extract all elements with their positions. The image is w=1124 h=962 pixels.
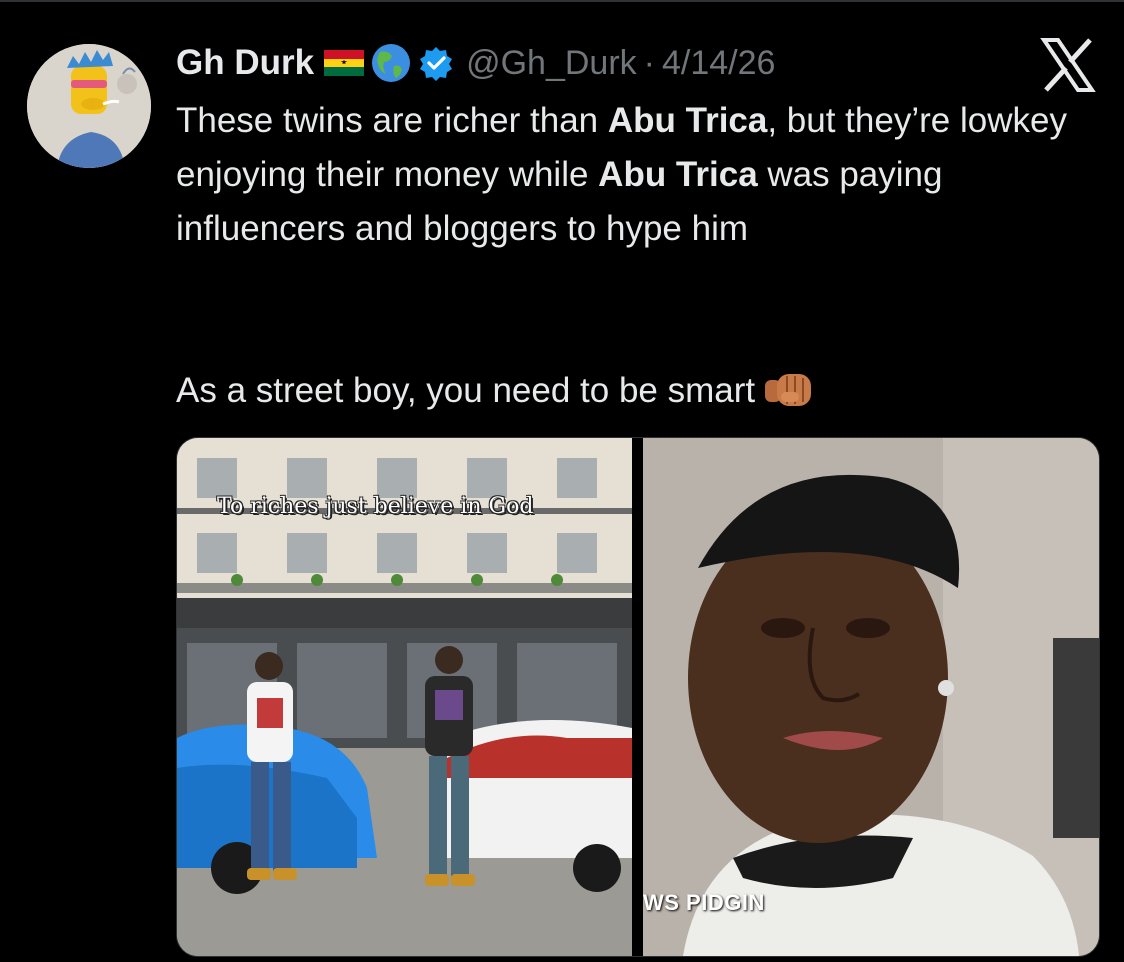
tweet-paragraph-1: These twins are richer than Abu Trica, b… xyxy=(176,94,1091,256)
twins-photo[interactable]: To riches just believe in God xyxy=(177,438,632,956)
globe-americas-icon xyxy=(370,42,412,84)
tweet-date[interactable]: 4/14/26 xyxy=(662,44,775,83)
tweet-text-bold: Abu Trica xyxy=(598,155,758,194)
portrait-photo[interactable]: WS PIDGIN xyxy=(643,438,1099,956)
ghana-flag-icon xyxy=(324,50,365,76)
tweet-text: These twins are richer than Abu Trica, b… xyxy=(176,94,1091,418)
tweet-paragraph-2: As a street boy, you need to be smart xyxy=(176,364,1091,418)
image-watermark: WS PIDGIN xyxy=(643,890,765,915)
author-display-name[interactable]: Gh Durk xyxy=(176,43,314,83)
separator-dot: · xyxy=(643,43,655,82)
x-logo-icon[interactable] xyxy=(1040,38,1096,92)
tweet-text-segment: These twins are richer than xyxy=(176,101,608,140)
author-handle[interactable]: @Gh_Durk xyxy=(466,44,637,83)
verified-badge-icon[interactable] xyxy=(418,45,454,81)
tweet-header: Gh Durk @Gh_Durk · 4/14/26 xyxy=(176,40,775,86)
oncoming-fist-icon xyxy=(763,370,817,410)
media-container[interactable]: To riches just believe in God WS PIDGIN xyxy=(176,437,1100,957)
top-divider xyxy=(0,0,1124,2)
tweet-text-bold: Abu Trica xyxy=(607,101,768,140)
tweet-text-segment: As a street boy, you need to be smart xyxy=(176,371,756,410)
avatar[interactable] xyxy=(27,44,151,168)
media-divider xyxy=(632,438,643,956)
image-caption-overlay: To riches just believe in God xyxy=(217,494,534,519)
